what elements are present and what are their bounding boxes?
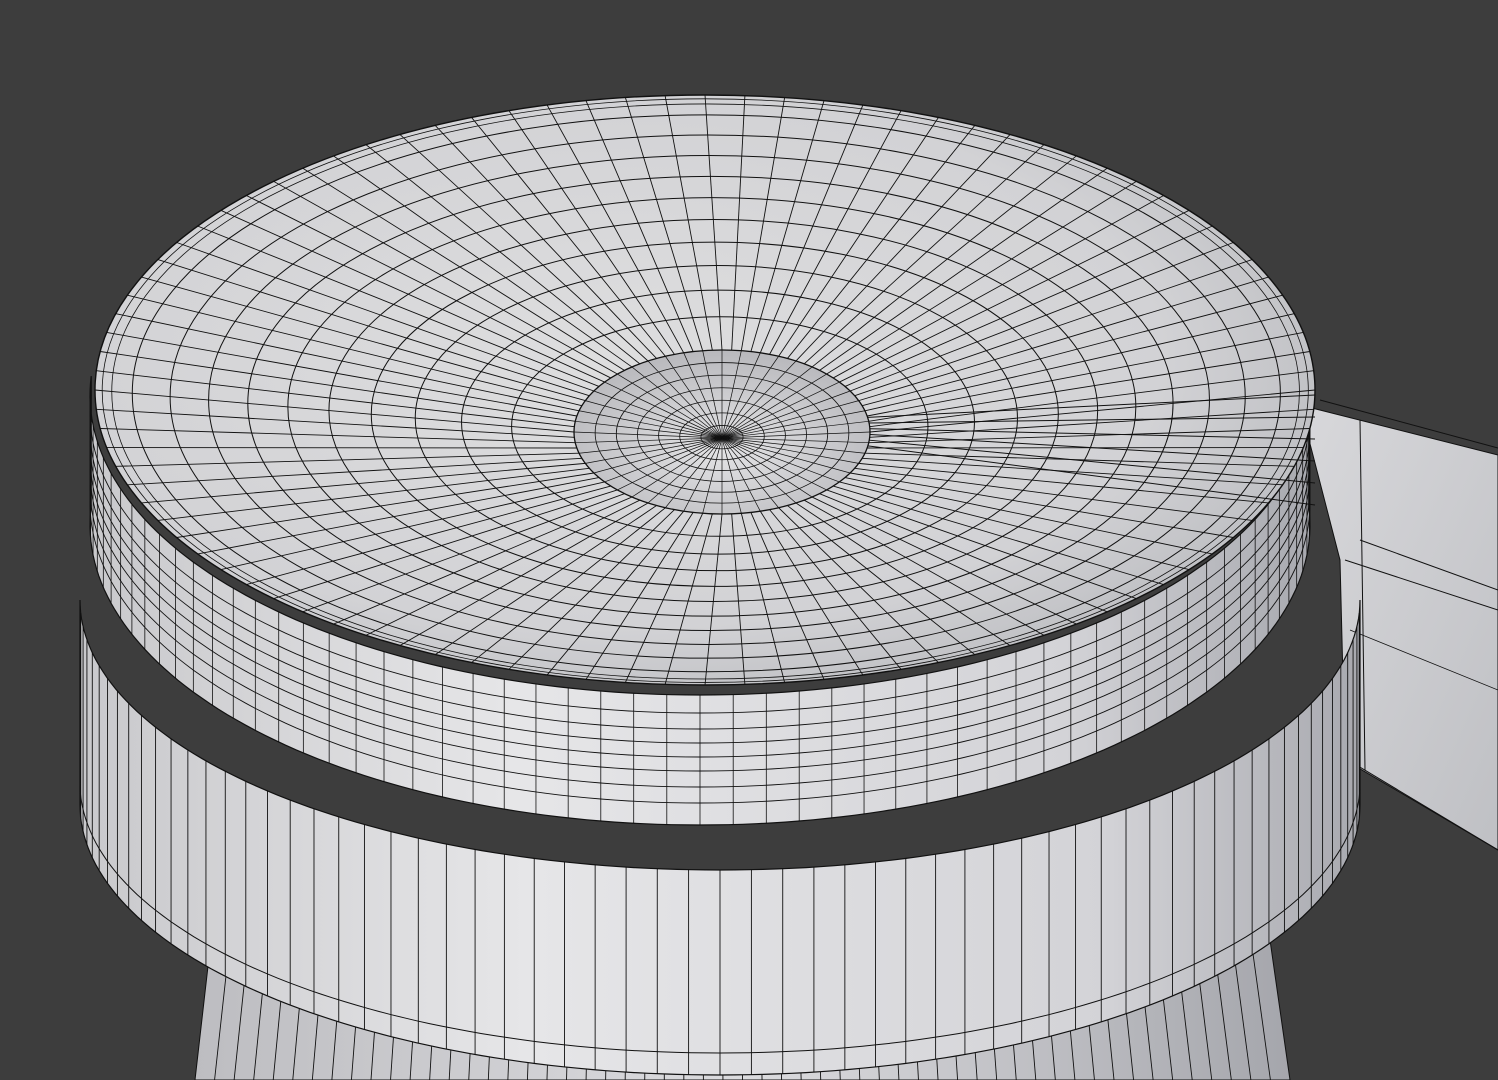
mesh-render — [79, 94, 1498, 1080]
3d-viewport[interactable] — [0, 0, 1498, 1080]
center-dimple — [573, 349, 871, 515]
